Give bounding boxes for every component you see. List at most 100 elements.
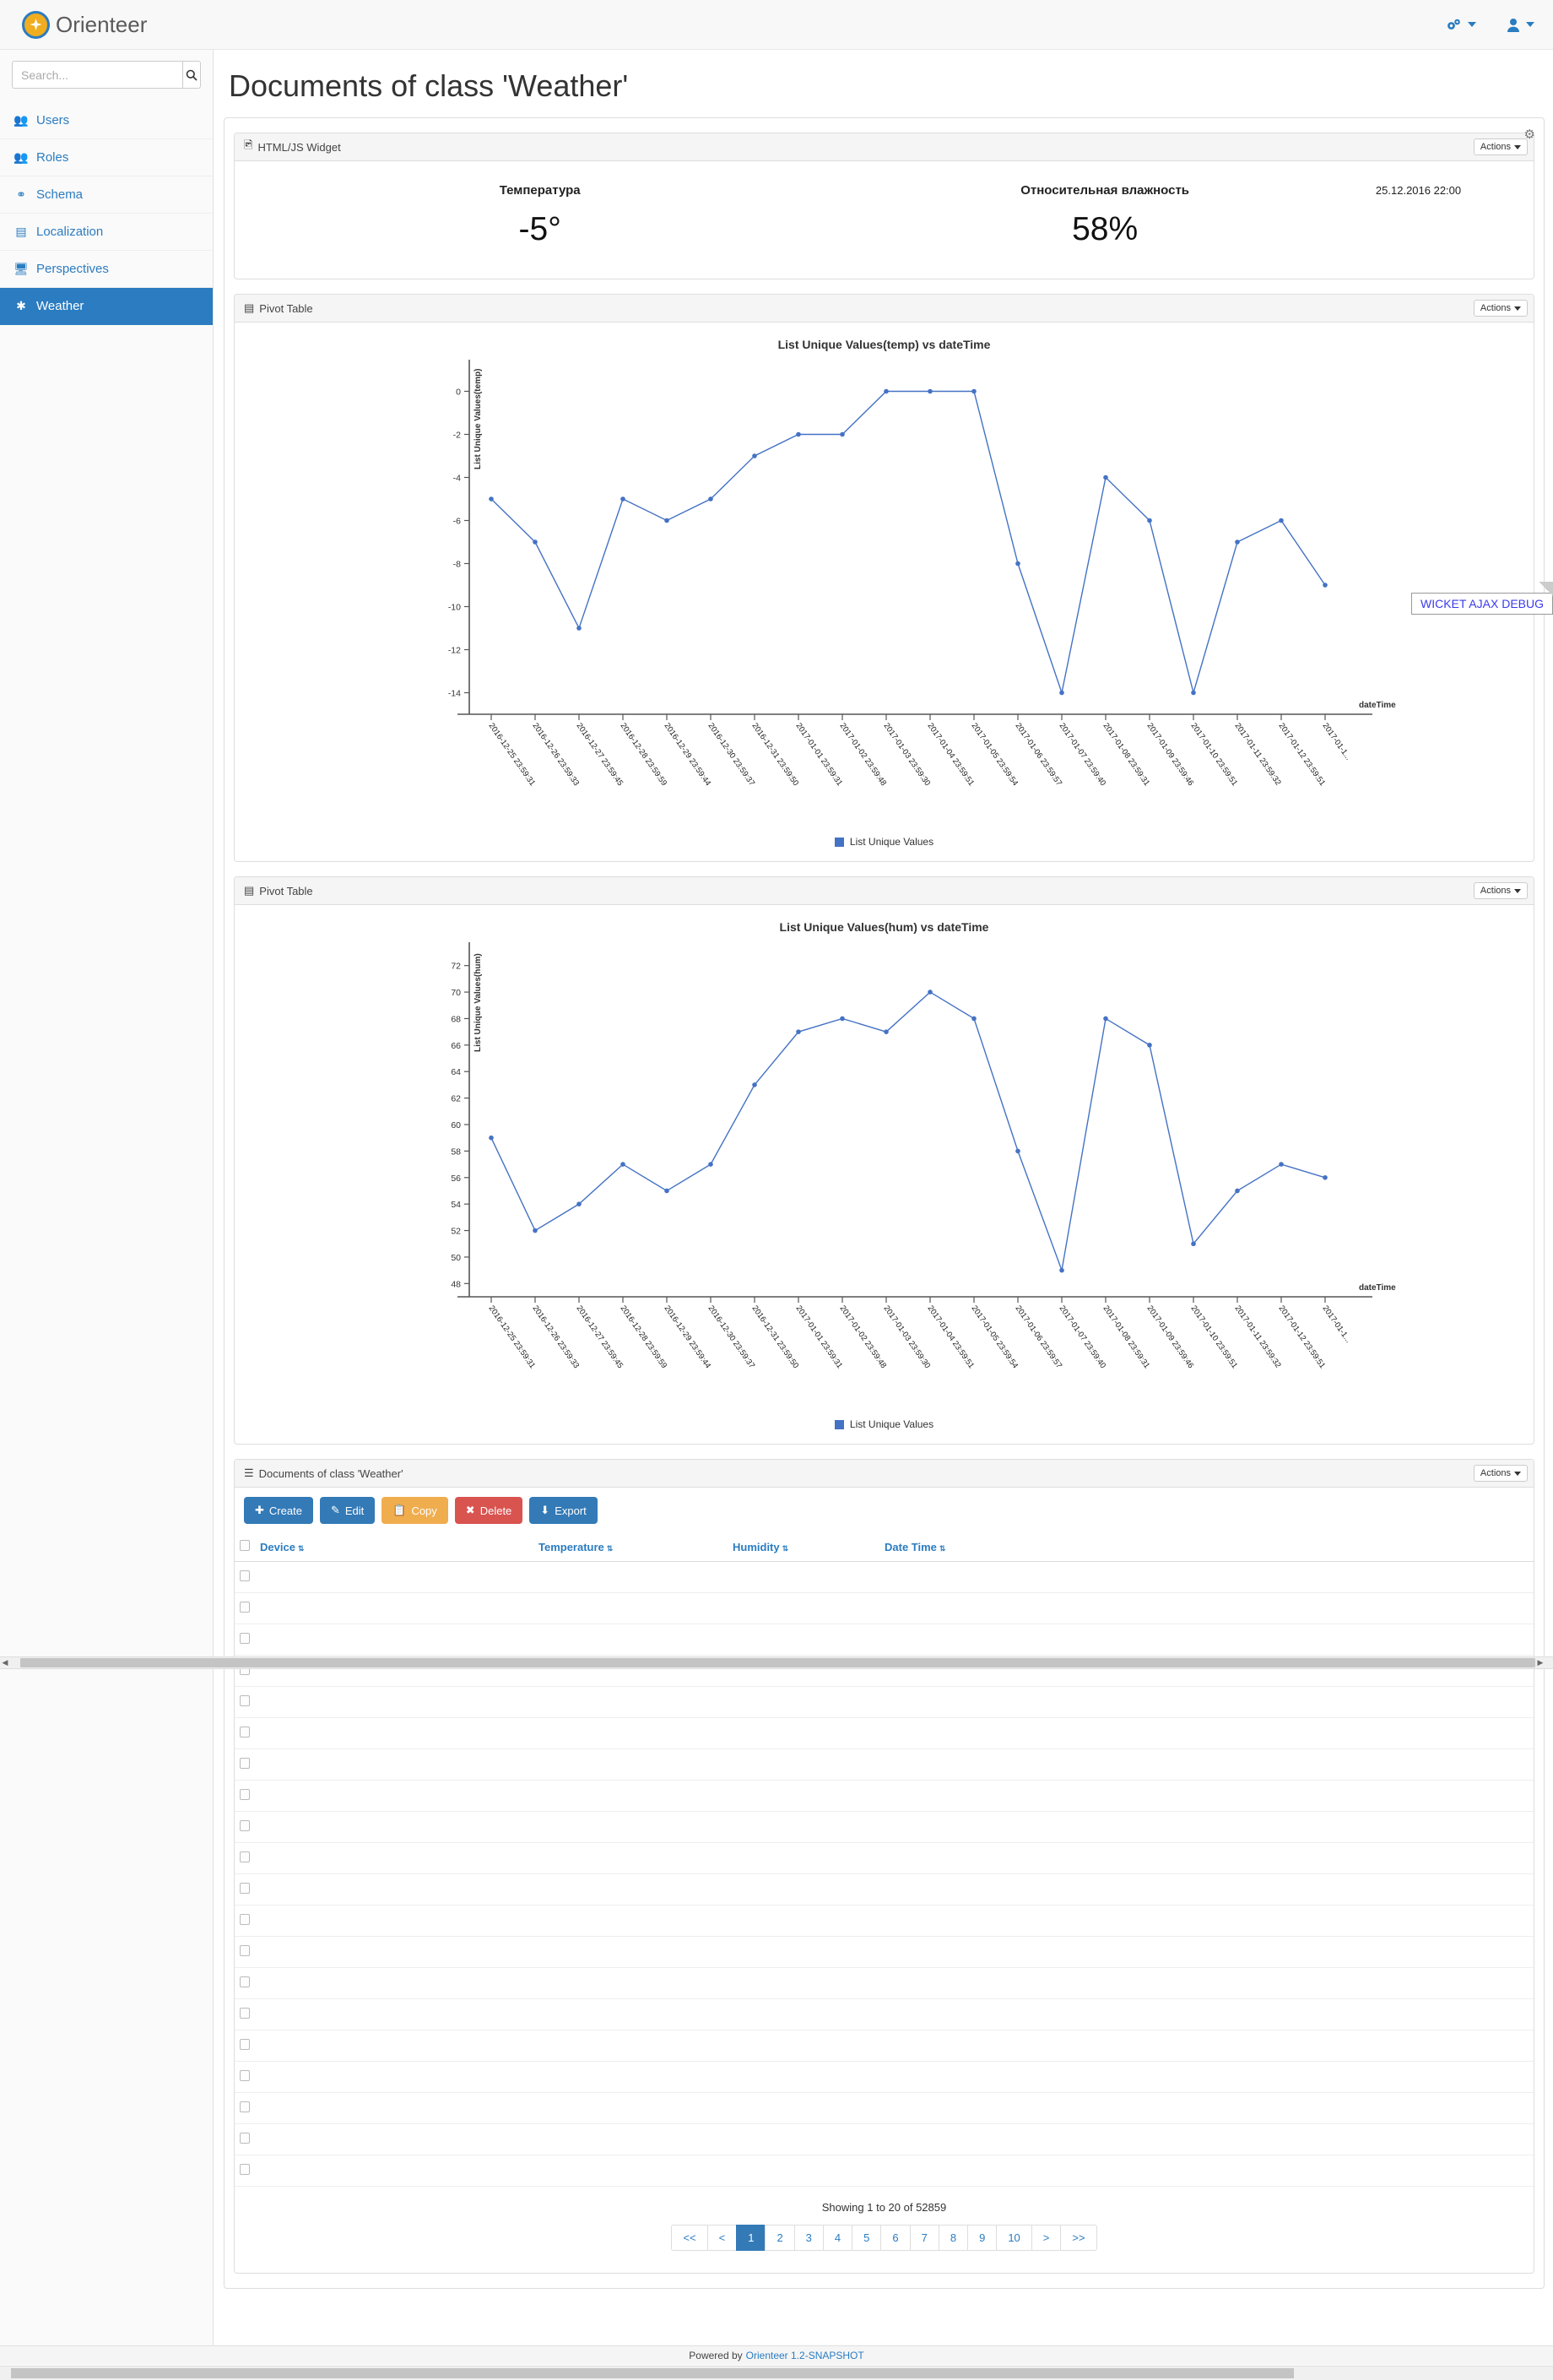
- pager-button-7[interactable]: 7: [909, 2225, 939, 2251]
- table-row[interactable]: [235, 1748, 1534, 1781]
- sidebar-item-localization[interactable]: ▤ Localization: [0, 214, 213, 251]
- sidebar-item-weather[interactable]: ✱ Weather: [0, 288, 213, 325]
- table-row[interactable]: [235, 1780, 1534, 1812]
- row-checkbox[interactable]: [240, 1602, 250, 1613]
- row-select-cell: [235, 2155, 255, 2187]
- row-checkbox[interactable]: [240, 1851, 250, 1862]
- scroll-right-icon[interactable]: ▶: [1535, 1658, 1545, 1667]
- pager-button-6[interactable]: 6: [880, 2225, 910, 2251]
- row-checkbox[interactable]: [240, 2039, 250, 2050]
- sidebar-item-schema[interactable]: ⚭ Schema: [0, 176, 213, 214]
- pager-button-5[interactable]: 5: [852, 2225, 881, 2251]
- cell-temperature: [533, 1780, 728, 1812]
- row-checkbox[interactable]: [240, 1789, 250, 1800]
- scroll-left-icon[interactable]: ◀: [0, 1658, 10, 1667]
- pager-button-3[interactable]: 3: [793, 2225, 823, 2251]
- delete-icon: ✖: [465, 1504, 475, 1516]
- settings-menu[interactable]: [1446, 18, 1476, 32]
- pager-button-nextnext[interactable]: >>: [1060, 2225, 1097, 2251]
- table-row[interactable]: [235, 1998, 1534, 2030]
- edit-button[interactable]: ✎ Edit: [319, 1497, 376, 1524]
- table-row[interactable]: [235, 2030, 1534, 2062]
- sidebar-item-roles[interactable]: 👥 Roles: [0, 139, 213, 176]
- pager-button-8[interactable]: 8: [938, 2225, 968, 2251]
- cell-temperature: [533, 1686, 728, 1718]
- row-checkbox[interactable]: [240, 2133, 250, 2144]
- table-row[interactable]: [235, 1936, 1534, 1968]
- table-row[interactable]: [235, 1905, 1534, 1937]
- footer-link[interactable]: Orienteer 1.2-SNAPSHOT: [746, 2350, 864, 2361]
- row-checkbox[interactable]: [240, 1758, 250, 1769]
- row-checkbox[interactable]: [240, 1727, 250, 1738]
- svg-text:-10: -10: [448, 603, 461, 613]
- table-row[interactable]: [235, 2092, 1534, 2124]
- pager-button-1[interactable]: 1: [736, 2225, 766, 2251]
- sidebar-item-users[interactable]: 👥 Users: [0, 102, 213, 139]
- row-checkbox[interactable]: [240, 2070, 250, 2081]
- table-row[interactable]: [235, 1624, 1534, 1656]
- legend-label: List Unique Values: [849, 836, 934, 848]
- scrollbar-thumb[interactable]: [11, 2368, 1294, 2378]
- wicket-ajax-debug-button[interactable]: WICKET AJAX DEBUG: [1411, 593, 1553, 615]
- table-row[interactable]: [235, 2061, 1534, 2093]
- export-button[interactable]: ⬇ Export: [529, 1497, 598, 1524]
- row-checkbox[interactable]: [240, 1976, 250, 1987]
- copy-button[interactable]: 📋 Copy: [381, 1497, 448, 1524]
- cell-humidity: [728, 1624, 879, 1656]
- row-checkbox[interactable]: [240, 2008, 250, 2019]
- table-row[interactable]: [235, 1561, 1534, 1593]
- pager-button-2[interactable]: 2: [765, 2225, 794, 2251]
- pager-button-prev[interactable]: <: [706, 2225, 737, 2251]
- row-checkbox[interactable]: [240, 1633, 250, 1644]
- row-checkbox[interactable]: [240, 1883, 250, 1894]
- sidebar-item-perspectives[interactable]: 🖥 Perspectives: [0, 251, 213, 288]
- row-checkbox[interactable]: [240, 1914, 250, 1925]
- cell-device: [255, 1561, 533, 1593]
- brand[interactable]: Orienteer: [22, 10, 147, 39]
- select-all-checkbox[interactable]: [240, 1540, 250, 1551]
- delete-button[interactable]: ✖ Delete: [454, 1497, 523, 1524]
- row-select-cell: [235, 1748, 255, 1781]
- search-input[interactable]: [12, 61, 182, 89]
- table-row[interactable]: [235, 2123, 1534, 2155]
- pager-button-4[interactable]: 4: [822, 2225, 852, 2251]
- horizontal-scrollbar-bottom[interactable]: [0, 2366, 1553, 2380]
- table-row[interactable]: [235, 1873, 1534, 1906]
- search-button[interactable]: [182, 61, 201, 89]
- actions-button[interactable]: Actions: [1473, 1465, 1528, 1482]
- user-menu[interactable]: [1507, 18, 1534, 32]
- column-header-device[interactable]: Device ⇅: [255, 1533, 533, 1562]
- row-checkbox[interactable]: [240, 1820, 250, 1831]
- actions-label: Actions: [1480, 142, 1511, 152]
- row-checkbox[interactable]: [240, 1695, 250, 1706]
- actions-button[interactable]: Actions: [1473, 300, 1528, 317]
- create-button[interactable]: ✚ Create: [244, 1497, 313, 1524]
- table-row[interactable]: [235, 1717, 1534, 1749]
- column-header-temperature[interactable]: Temperature ⇅: [533, 1533, 728, 1562]
- table-row[interactable]: [235, 1811, 1534, 1843]
- actions-button[interactable]: Actions: [1473, 882, 1528, 899]
- column-header-humidity[interactable]: Humidity ⇅: [728, 1533, 879, 1562]
- table-row[interactable]: [235, 1592, 1534, 1624]
- table-row[interactable]: [235, 2155, 1534, 2187]
- gear-icon[interactable]: ⚙: [1524, 127, 1535, 142]
- pager-button-10[interactable]: 10: [996, 2225, 1031, 2251]
- actions-button[interactable]: Actions: [1473, 138, 1528, 155]
- row-checkbox[interactable]: [240, 2101, 250, 2112]
- column-header-datetime[interactable]: Date Time ⇅: [879, 1533, 1534, 1562]
- table-row[interactable]: [235, 1967, 1534, 1999]
- horizontal-scrollbar-middle[interactable]: ◀ ▶: [0, 1656, 1553, 1669]
- row-checkbox[interactable]: [240, 1945, 250, 1956]
- chart-legend: List Unique Values: [235, 1415, 1534, 1444]
- documents-panel: ☰ Documents of class 'Weather' Actions ✚…: [234, 1459, 1534, 2274]
- scrollbar-thumb[interactable]: [20, 1658, 1535, 1667]
- pager-button-prevprev[interactable]: <<: [671, 2225, 707, 2251]
- table-row[interactable]: [235, 1686, 1534, 1718]
- pager-button-next[interactable]: >: [1031, 2225, 1061, 2251]
- row-checkbox[interactable]: [240, 2164, 250, 2175]
- pager-button-9[interactable]: 9: [967, 2225, 997, 2251]
- cell-device: [255, 1842, 533, 1874]
- row-checkbox[interactable]: [240, 1570, 250, 1581]
- table-row[interactable]: [235, 1842, 1534, 1874]
- resize-corner-icon[interactable]: [1539, 582, 1553, 596]
